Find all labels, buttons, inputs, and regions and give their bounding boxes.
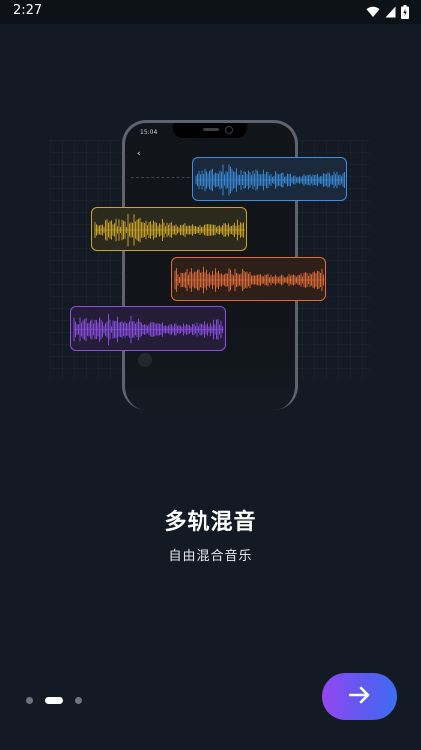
waveform-icon: [73, 313, 224, 346]
battery-charging-icon: [401, 5, 409, 19]
waveform-icon: [94, 213, 245, 247]
phone-play-icon: [138, 353, 152, 367]
status-icons: [366, 4, 409, 20]
status-time: 2:27: [13, 3, 43, 18]
multitrack-illustration: 15:04 ‹: [0, 100, 421, 410]
phone-back-icon: ‹: [137, 149, 141, 159]
signal-icon: [385, 6, 396, 18]
waveform-track-blue: [192, 157, 347, 201]
waveform-track-purple: [70, 306, 226, 351]
onboarding-subtitle: 自由混合音乐: [168, 549, 253, 564]
page-indicator: [26, 696, 82, 704]
arrow-right-icon: [348, 686, 371, 708]
waveform-icon: [195, 164, 345, 196]
page-dot-3: [75, 696, 82, 704]
waveform-track-yellow: [91, 207, 247, 251]
onboarding-screen: 2:27 15:04 ‹ 多轨混音 自由混合音乐: [0, 0, 421, 750]
page-dot-1: [26, 696, 33, 704]
next-button[interactable]: [322, 673, 397, 720]
phone-notch: [173, 123, 247, 138]
page-dot-2-active: [45, 696, 63, 704]
waveform-track-orange: [171, 257, 326, 301]
wifi-icon: [366, 6, 380, 18]
onboarding-title: 多轨混音: [164, 510, 257, 535]
phone-time: 15:04: [140, 129, 158, 136]
status-bar: 2:27: [0, 0, 421, 24]
waveform-icon: [174, 266, 324, 294]
